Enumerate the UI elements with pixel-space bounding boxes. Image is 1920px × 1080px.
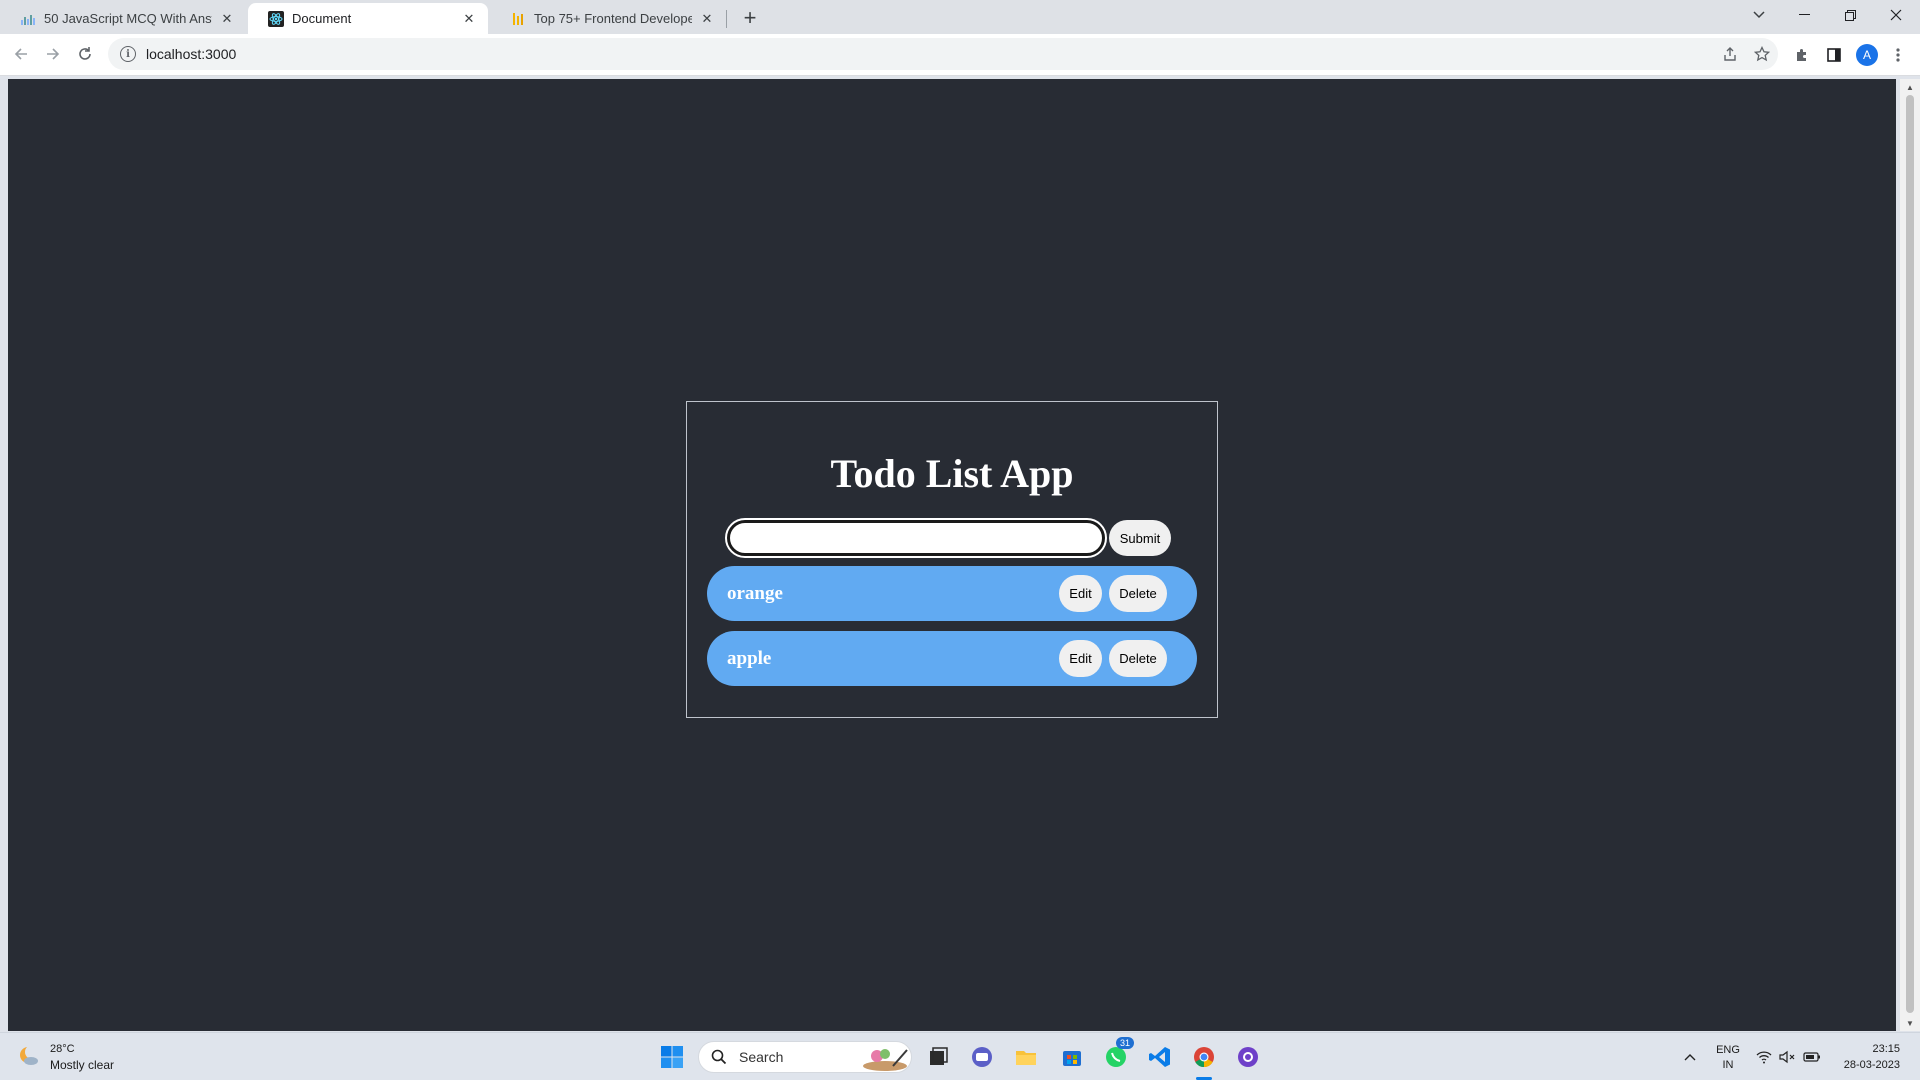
close-tab-icon[interactable]: ✕ (698, 10, 716, 28)
tab-javascript-mcq[interactable]: 50 JavaScript MCQ With Answers ✕ (0, 3, 246, 34)
tab-frontend-interview[interactable]: Top 75+ Frontend Developer Inte ✕ (490, 3, 726, 34)
task-view-icon[interactable] (924, 1043, 952, 1071)
tab-strip: 50 JavaScript MCQ With Answers ✕ Documen… (0, 0, 1920, 34)
page-viewport: Todo List App Submit orange Edit Delete … (8, 79, 1896, 1031)
show-hidden-icons-chevron-icon[interactable] (1676, 1043, 1704, 1071)
language-indicator[interactable]: ENG (1713, 1044, 1743, 1056)
whatsapp-icon[interactable]: 31 (1102, 1037, 1135, 1071)
submit-button[interactable]: Submit (1109, 520, 1171, 556)
tab-search-chevron-icon[interactable] (1737, 0, 1781, 30)
todo-text: orange (727, 583, 783, 604)
taskbar-search-box[interactable]: Search (698, 1041, 912, 1073)
side-panel-icon[interactable] (1822, 43, 1846, 67)
clock-time[interactable]: 23:15 (1830, 1043, 1900, 1055)
tab-document[interactable]: Document ✕ (248, 3, 488, 34)
todo-app-container: Todo List App Submit orange Edit Delete … (686, 401, 1218, 718)
restore-icon[interactable] (1828, 0, 1872, 30)
extensions-puzzle-icon[interactable] (1790, 43, 1814, 67)
react-favicon-icon (268, 10, 284, 27)
share-icon[interactable] (1716, 38, 1744, 70)
search-highlight-illustration-icon (863, 1049, 908, 1071)
file-explorer-icon[interactable] (1012, 1043, 1040, 1071)
forward-arrow-icon[interactable] (38, 39, 68, 69)
scroll-up-arrow-icon[interactable]: ▲ (1905, 82, 1915, 92)
wifi-icon[interactable] (1752, 1043, 1776, 1071)
address-bar[interactable]: i localhost:3000 (108, 38, 1778, 70)
notification-badge: 31 (1116, 1037, 1135, 1049)
edit-button[interactable]: Edit (1059, 575, 1102, 612)
tab-title: Top 75+ Frontend Developer Inte (534, 11, 692, 26)
region-indicator[interactable]: IN (1713, 1059, 1743, 1071)
volume-muted-icon[interactable] (1776, 1043, 1800, 1071)
tab-title: Document (292, 11, 352, 26)
reload-icon[interactable] (70, 39, 100, 69)
search-icon (711, 1049, 727, 1065)
github-desktop-icon[interactable] (1234, 1043, 1262, 1071)
bookmark-star-icon[interactable] (1748, 38, 1776, 70)
battery-icon[interactable] (1800, 1043, 1824, 1071)
todo-item: orange Edit Delete (707, 566, 1197, 621)
tab-separator (726, 10, 727, 28)
weather-temperature: 28°C (50, 1043, 75, 1055)
windows-taskbar: 28°C Mostly clear Search 31 ENG IN 23:15… (0, 1032, 1920, 1080)
bars-favicon-icon (510, 11, 526, 27)
close-window-icon[interactable] (1874, 0, 1918, 30)
page-scrollbar[interactable]: ▲ ▼ (1900, 79, 1920, 1031)
search-placeholder: Search (739, 1049, 784, 1065)
edit-button[interactable]: Edit (1059, 640, 1102, 677)
weather-moon-cloud-icon[interactable] (18, 1045, 40, 1067)
minimize-icon[interactable] (1782, 0, 1826, 30)
todo-text: apple (727, 648, 772, 669)
microsoft-store-icon[interactable] (1058, 1043, 1086, 1071)
delete-button[interactable]: Delete (1109, 640, 1167, 677)
tab-title: 50 JavaScript MCQ With Answers (44, 11, 212, 26)
new-tab-icon[interactable]: + (737, 5, 763, 31)
close-tab-icon[interactable]: ✕ (218, 10, 236, 28)
weather-description: Mostly clear (50, 1058, 115, 1072)
clock-date[interactable]: 28-03-2023 (1830, 1059, 1900, 1071)
chrome-icon[interactable] (1190, 1043, 1218, 1071)
vscode-icon[interactable] (1146, 1043, 1174, 1071)
chart-favicon-icon (20, 11, 36, 27)
url-text: localhost:3000 (146, 46, 237, 62)
kebab-menu-icon[interactable] (1886, 43, 1910, 67)
delete-button[interactable]: Delete (1109, 575, 1167, 612)
todo-input[interactable] (725, 518, 1107, 558)
scrollbar-thumb[interactable] (1906, 95, 1914, 1013)
close-tab-icon[interactable]: ✕ (460, 10, 478, 28)
back-arrow-icon[interactable] (6, 39, 36, 69)
todo-item: apple Edit Delete (707, 631, 1197, 686)
windows-start-icon[interactable] (658, 1043, 686, 1071)
profile-avatar[interactable]: A (1856, 44, 1878, 66)
app-title: Todo List App (830, 451, 1074, 496)
site-info-icon[interactable]: i (120, 46, 136, 62)
browser-toolbar: i localhost:3000 A (0, 34, 1920, 76)
scroll-down-arrow-icon[interactable]: ▼ (1905, 1018, 1915, 1028)
teams-chat-icon[interactable] (968, 1043, 996, 1071)
